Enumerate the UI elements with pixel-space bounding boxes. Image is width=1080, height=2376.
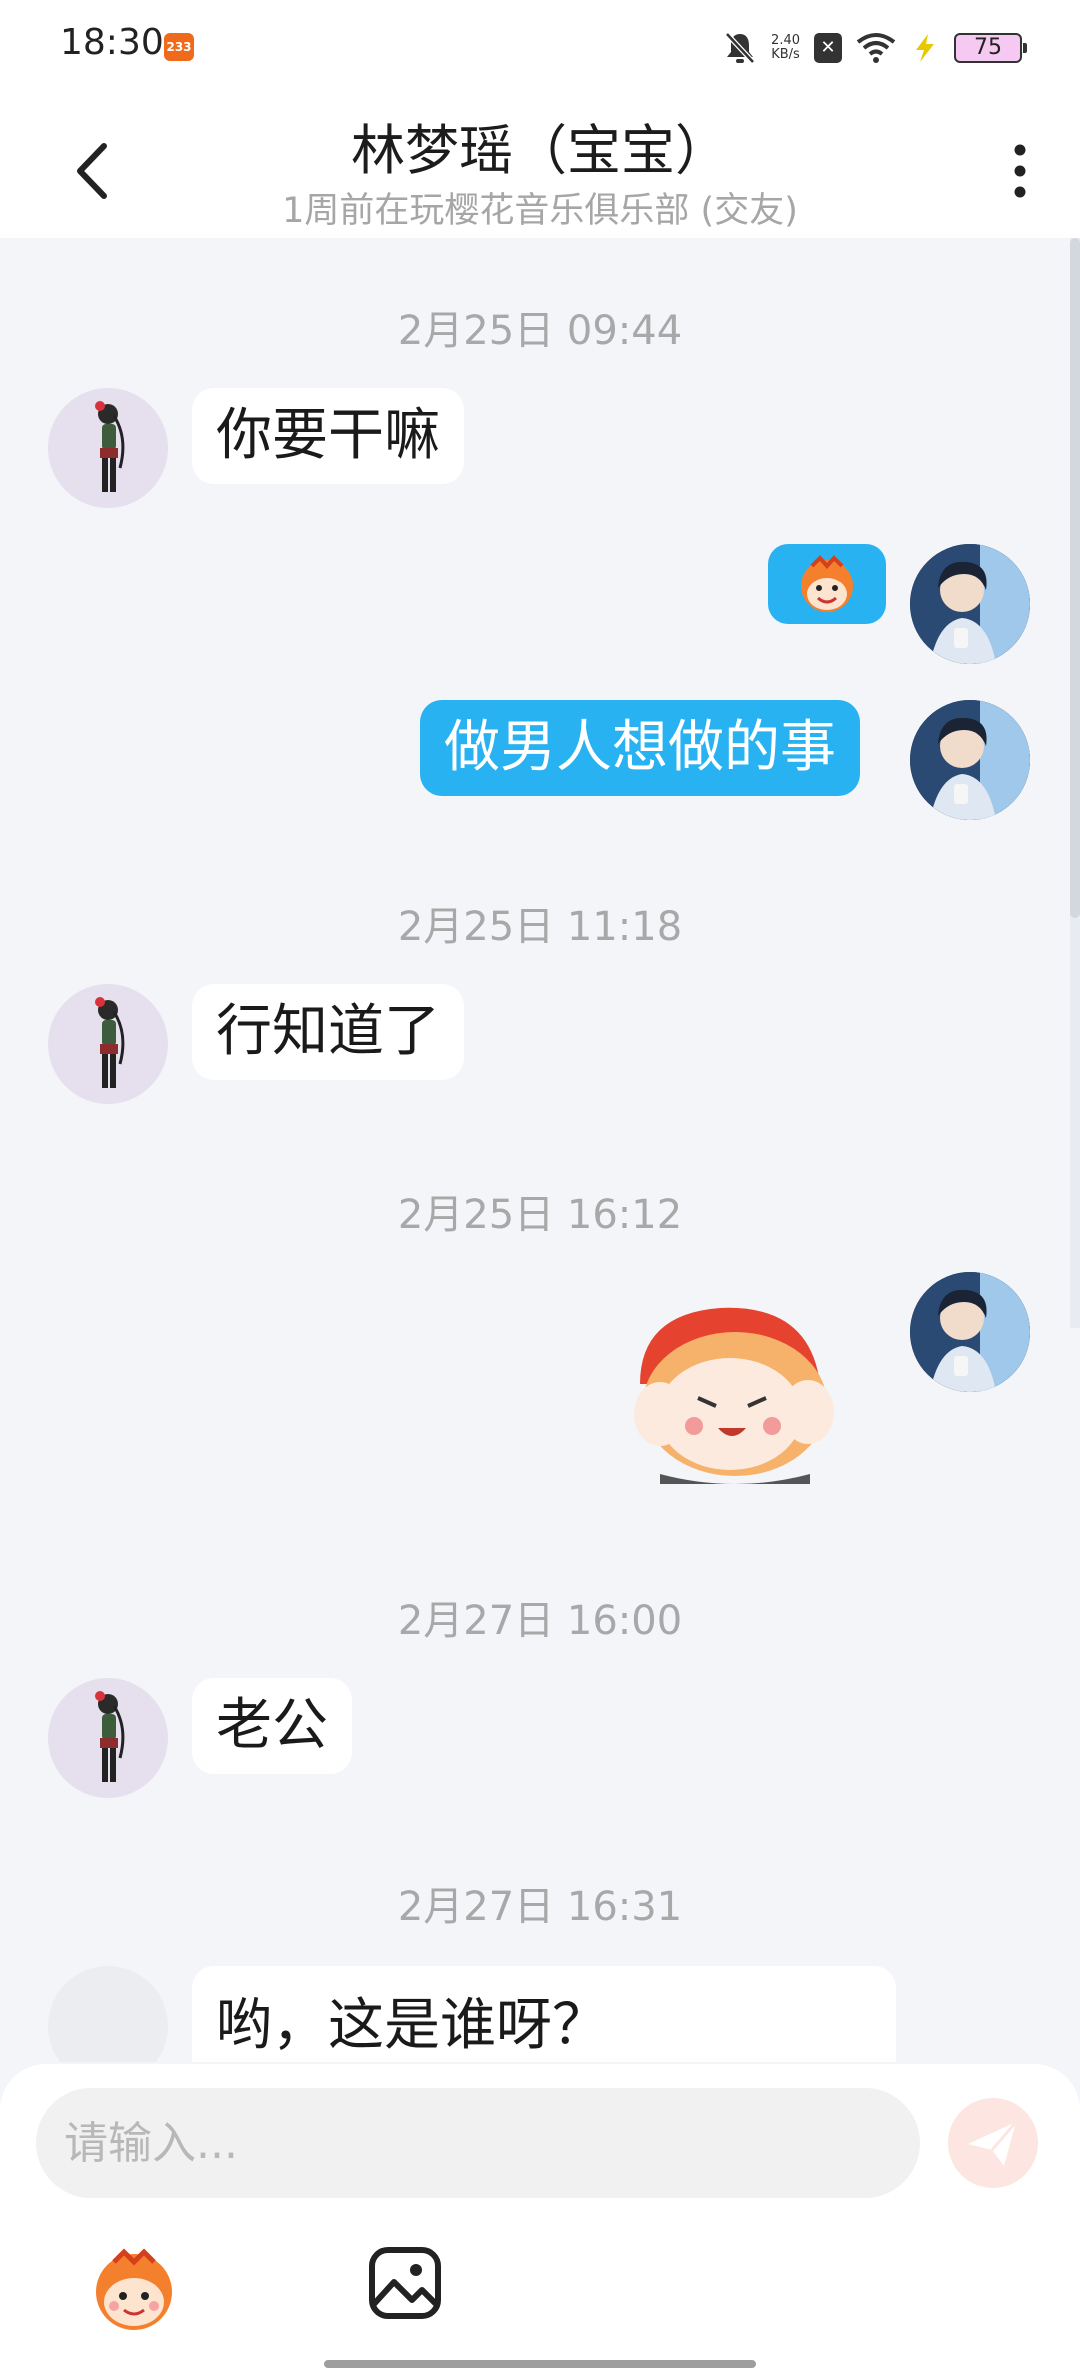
my-avatar[interactable] xyxy=(910,1272,1030,1392)
outgoing-message[interactable]: 做男人想做的事 xyxy=(420,700,860,796)
peer-avatar[interactable] xyxy=(48,1678,168,1798)
wifi-icon xyxy=(856,33,896,63)
incoming-message[interactable]: 老公 xyxy=(192,1678,352,1774)
scrollbar-thumb[interactable] xyxy=(1070,238,1080,918)
peer-avatar[interactable] xyxy=(48,984,168,1104)
my-avatar[interactable] xyxy=(910,700,1030,820)
incoming-message[interactable]: 你要干嘛 xyxy=(192,388,464,484)
paper-plane-icon xyxy=(968,2121,1018,2166)
incoming-message[interactable]: 哟，这是谁呀？ xyxy=(192,1966,896,2062)
send-button[interactable] xyxy=(948,2098,1038,2188)
message-timestamp: 2月25日 09:44 xyxy=(397,308,683,354)
status-time: 18:30 xyxy=(60,22,164,63)
image-picker-icon[interactable] xyxy=(366,2244,444,2322)
mascot-emoji-icon xyxy=(801,555,853,612)
message-timestamp: 2月27日 16:31 xyxy=(397,1884,683,1930)
peer-avatar-placeholder[interactable] xyxy=(48,1966,168,2062)
status-bar: 18:30 233 2.40 KB/s ✕ 75 xyxy=(0,0,1080,90)
contact-activity: 1周前在玩樱花音乐俱乐部 (交友) xyxy=(282,191,798,231)
battery-indicator: 75 xyxy=(954,33,1027,63)
message-timestamp: 2月27日 16:00 xyxy=(397,1598,683,1644)
network-speed: 2.40 KB/s xyxy=(771,33,800,62)
message-list[interactable]: 2月25日 09:44 你要干嘛 做男人想做的事 2月25日 11:18 行知道… xyxy=(0,238,1080,2062)
app-notification-badge: 233 xyxy=(164,33,194,61)
message-timestamp: 2月25日 16:12 xyxy=(397,1192,683,1238)
scrollbar[interactable] xyxy=(1070,238,1080,1328)
chat-header: 林梦瑶（宝宝） 1周前在玩樱花音乐俱乐部 (交友) xyxy=(0,90,1080,238)
my-avatar[interactable] xyxy=(910,544,1030,664)
incoming-message[interactable]: 行知道了 xyxy=(192,984,464,1080)
close-box-icon: ✕ xyxy=(814,33,842,63)
message-timestamp: 2月25日 11:18 xyxy=(397,904,683,950)
home-indicator[interactable] xyxy=(324,2360,756,2368)
emoji-button[interactable] xyxy=(88,2244,180,2336)
peer-avatar[interactable] xyxy=(48,388,168,508)
more-options-icon[interactable] xyxy=(1000,140,1040,202)
input-bar xyxy=(0,2064,1080,2376)
mute-icon xyxy=(725,32,755,64)
sticker-image[interactable] xyxy=(620,1294,850,1494)
message-input[interactable] xyxy=(36,2088,920,2198)
outgoing-emoji-message[interactable] xyxy=(768,544,886,624)
charging-bolt-icon xyxy=(916,34,934,62)
contact-name: 林梦瑶（宝宝） xyxy=(351,119,729,182)
